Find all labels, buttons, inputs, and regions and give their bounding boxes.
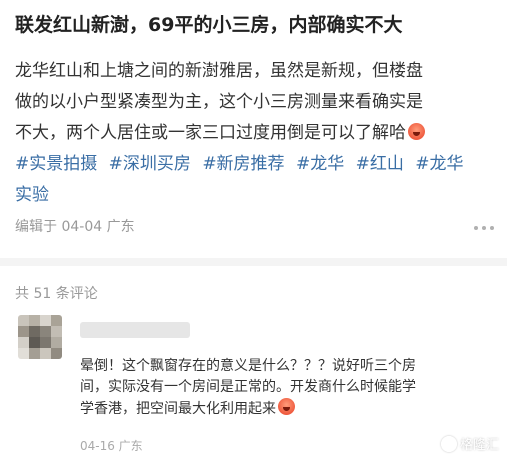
hashtag-row: #实景拍摄 #深圳买房 #新房推荐 #龙华 #红山 #龙华 (15, 149, 495, 180)
post-meta-row: 编辑于 04-04 广东 (15, 216, 495, 238)
post-body-line: 龙华红山和上塘之间的新澍雅居，虽然是新规，但楼盘 (15, 61, 423, 81)
hashtag-link[interactable]: #红山 (356, 154, 404, 174)
post-title: 联发红山新澍，69平的小三房，内部确实不大 (15, 14, 403, 36)
blurred-avatar-icon[interactable] (18, 315, 62, 359)
comment-count: 共 51 条评论 (15, 286, 98, 302)
more-dots-icon[interactable] (473, 220, 495, 234)
gelonghui-logo-icon (440, 435, 457, 452)
hashtag-link-continued[interactable]: 实验 (15, 185, 49, 205)
comment-line: 学香港，把空间最大化利用起来 (80, 398, 485, 420)
comment-meta: 04-16 广东 (80, 439, 143, 453)
hashtag-link[interactable]: #新房推荐 (202, 154, 284, 174)
section-divider (0, 258, 507, 266)
hashtag-link[interactable]: #龙华 (415, 154, 463, 174)
hashtag-row: 实验 (15, 180, 495, 211)
hashtag-link[interactable]: #深圳买房 (109, 154, 191, 174)
grinning-face-emoji-icon (408, 123, 425, 140)
post-body-text: 不大，两个人居住或一家三口过度用倒是可以了解哈 (15, 123, 406, 143)
comment-line: 间，实际没有一个房间是正常的。开发商什么时候能学 (80, 379, 416, 395)
watermark-text: 格隆汇 (459, 438, 499, 453)
watermark: 格隆汇 (440, 434, 499, 453)
post-body: 龙华红山和上塘之间的新澍雅居，虽然是新规，但楼盘 做的以小户型紧凑型为主，这个小… (15, 56, 495, 211)
comment-text: 学香港，把空间最大化利用起来 (80, 401, 276, 417)
hashtag-link[interactable]: #实景拍摄 (15, 154, 97, 174)
post-body-line: 不大，两个人居住或一家三口过度用倒是可以了解哈 (15, 118, 495, 149)
post-edit-meta: 编辑于 04-04 广东 (15, 219, 135, 235)
dizzy-face-emoji-icon (278, 398, 295, 415)
comment-line: 晕倒！这个飘窗存在的意义是什么？？？说好听三个房 (80, 358, 416, 374)
hashtag-link[interactable]: #龙华 (296, 154, 344, 174)
blurred-username[interactable] (80, 322, 190, 338)
post-body-line: 做的以小户型紧凑型为主，这个小三房测量来看确实是 (15, 92, 423, 112)
comment-body: 晕倒！这个飘窗存在的意义是什么？？？说好听三个房 间，实际没有一个房间是正常的。… (80, 356, 485, 420)
